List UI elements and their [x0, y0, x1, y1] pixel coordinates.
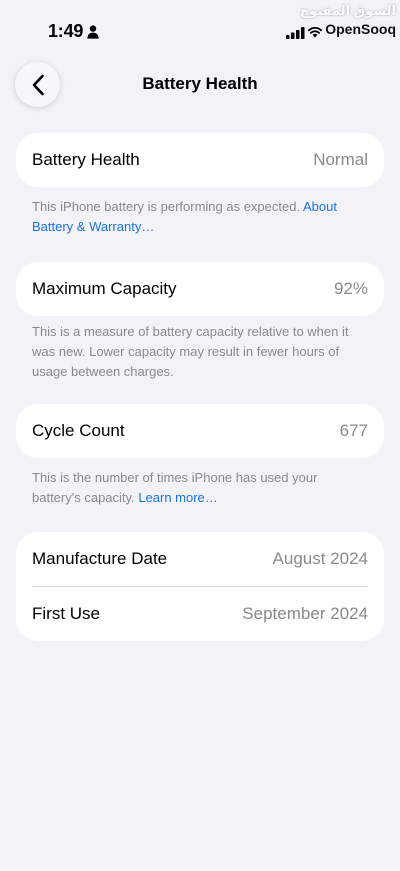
- battery-health-card: Battery Health Normal: [16, 133, 384, 187]
- maximum-capacity-value: 92%: [333, 279, 368, 298]
- first-use-row: First Use September 2024: [16, 587, 384, 641]
- manufacture-date-value: August 2024: [272, 549, 368, 568]
- battery-health-row: Battery Health Normal: [16, 133, 384, 187]
- battery-health-label: Battery Health: [32, 150, 140, 169]
- battery-health-value: Normal: [313, 150, 368, 169]
- battery-health-note-text: This iPhone battery is performing as exp…: [32, 199, 301, 214]
- watermark-latin: OpenSooq: [325, 21, 396, 37]
- first-use-label: First Use: [32, 604, 100, 623]
- manufacture-date-row: Manufacture Date August 2024: [16, 532, 384, 586]
- opensooq-watermark: السوق المفتوح OpenSooq: [300, 2, 396, 38]
- battery-health-note: This iPhone battery is performing as exp…: [32, 197, 368, 237]
- first-use-value: September 2024: [242, 604, 368, 623]
- cycle-count-value: 677: [339, 421, 368, 440]
- maximum-capacity-card: Maximum Capacity 92%: [16, 262, 384, 316]
- learn-more-link[interactable]: Learn more…: [138, 490, 217, 505]
- page-title: Battery Health: [142, 74, 258, 93]
- status-bar: 1:49 السوق المفتوح OpenSooq: [0, 0, 400, 64]
- person-icon: [87, 25, 99, 39]
- maximum-capacity-label: Maximum Capacity: [32, 279, 177, 298]
- watermark-arabic: السوق المفتوح: [299, 3, 396, 18]
- cycle-count-label: Cycle Count: [32, 421, 125, 440]
- cycle-count-card: Cycle Count 677: [16, 404, 384, 458]
- battery-health-screen: 1:49 السوق المفتوح OpenSooq Battery Heal…: [0, 0, 400, 871]
- maximum-capacity-note: This is a measure of battery capacity re…: [32, 324, 349, 379]
- dates-card: Manufacture Date August 2024 First Use S…: [16, 532, 384, 641]
- maximum-capacity-row: Maximum Capacity 92%: [16, 262, 384, 316]
- cycle-count-row: Cycle Count 677: [16, 404, 384, 458]
- manufacture-date-label: Manufacture Date: [32, 549, 168, 568]
- cycle-count-note: This is the number of times iPhone has u…: [32, 468, 368, 508]
- status-time: 1:49: [48, 21, 84, 41]
